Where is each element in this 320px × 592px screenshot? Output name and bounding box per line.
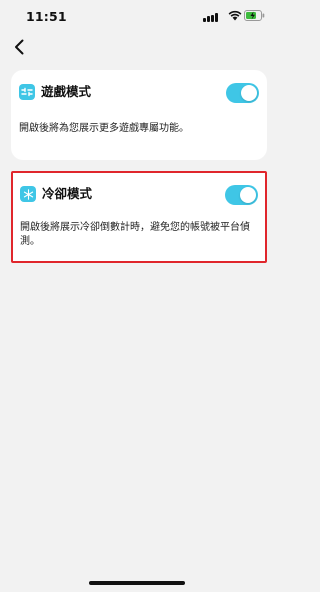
home-indicator[interactable] — [89, 581, 185, 585]
status-time: 11:51 — [26, 9, 67, 24]
game-mode-card: 遊戲模式 開啟後將為您展示更多遊戲專屬功能。 — [11, 70, 267, 160]
game-mode-title: 遊戲模式 — [41, 84, 92, 99]
game-mode-description: 開啟後將為您展示更多遊戲專屬功能。 — [19, 123, 189, 134]
wifi-icon — [228, 10, 242, 21]
sliders-icon — [19, 84, 35, 100]
cooldown-mode-card: 冷卻模式 開啟後將展示冷卻倒數計時，避免您的帳號被平台偵測。 — [11, 171, 267, 263]
status-bar: 11:51 — [0, 0, 274, 34]
cooldown-mode-description: 開啟後將展示冷卻倒數計時，避免您的帳號被平台偵測。 — [20, 222, 250, 247]
game-mode-toggle[interactable] — [226, 83, 259, 103]
cooldown-mode-toggle[interactable] — [225, 185, 258, 205]
back-chevron-icon[interactable] — [10, 37, 30, 57]
toggle-knob — [241, 85, 257, 101]
toggle-knob — [240, 187, 256, 203]
cellular-signal-icon — [203, 13, 218, 22]
cooldown-mode-title: 冷卻模式 — [42, 186, 93, 201]
battery-charging-icon — [244, 10, 265, 21]
snowflake-icon — [20, 186, 36, 202]
